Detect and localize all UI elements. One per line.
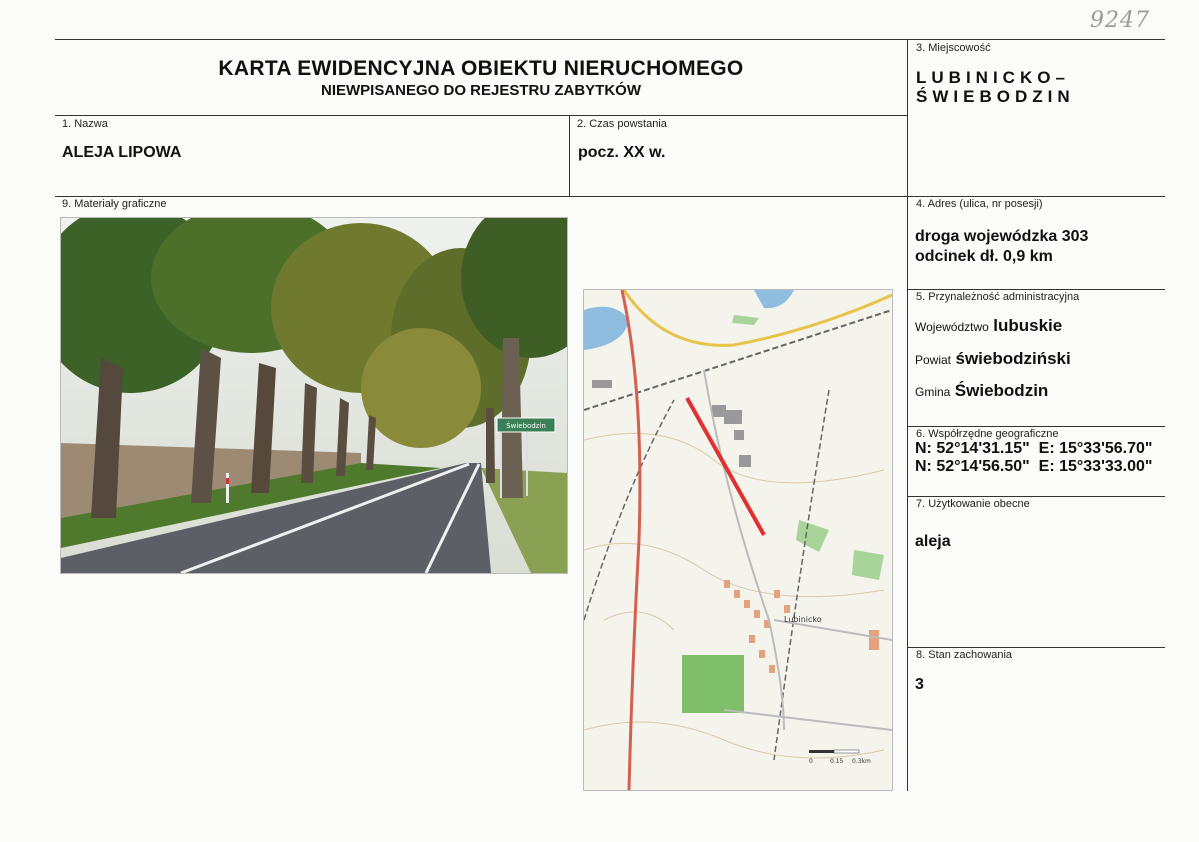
avenue-photo: Świebodzin bbox=[60, 217, 568, 574]
header-divider bbox=[55, 115, 907, 116]
admin-divider bbox=[907, 426, 1165, 427]
voivodeship-label: Województwo bbox=[915, 320, 989, 334]
voivodeship-row: Województwo lubuskie bbox=[915, 316, 1062, 336]
usage-label: 7. Użytkowanie obecne bbox=[916, 498, 1030, 510]
period-label: 2. Czas powstania bbox=[577, 118, 667, 130]
address-divider bbox=[907, 289, 1165, 290]
county-value: świebodziński bbox=[955, 349, 1071, 368]
row-divider bbox=[55, 196, 1165, 197]
handwritten-number: 9247 bbox=[1090, 8, 1150, 33]
voivodeship-value: lubuskie bbox=[993, 316, 1063, 335]
coords-line-2: N: 52°14'56.50" E: 15°33'33.00" bbox=[915, 458, 1153, 475]
usage-divider bbox=[907, 647, 1165, 648]
locality-label: 3. Miejscowość bbox=[916, 42, 991, 54]
road-sign-text: Świebodzin bbox=[506, 421, 546, 430]
graphics-label: 9. Materiały graficzne bbox=[62, 198, 167, 210]
coords-label: 6. Współrzędne geograficzne bbox=[916, 428, 1059, 440]
scale-label-2: 0.3km bbox=[852, 758, 871, 765]
condition-value: 3 bbox=[915, 676, 924, 693]
coords-line-1: N: 52°14'31.15" E: 15°33'56.70" bbox=[915, 440, 1153, 457]
address-line-2: odcinek dł. 0,9 km bbox=[915, 248, 1053, 265]
top-border bbox=[55, 39, 1165, 40]
locality-value: LUBINICKO– ŚWIEBODZIN bbox=[916, 68, 1075, 106]
page-subtitle: NIEWPISANEGO DO REJESTRU ZABYTKÓW bbox=[320, 82, 642, 99]
page-title: KARTA EWIDENCYJNA OBIEKTU NIERUCHOMEGO bbox=[218, 57, 744, 80]
address-label: 4. Adres (ulica, nr posesji) bbox=[916, 198, 1043, 210]
name-value: ALEJA LIPOWA bbox=[62, 144, 182, 161]
name-period-divider bbox=[569, 115, 570, 196]
scale-label-1: 0.15 bbox=[830, 758, 844, 765]
name-label: 1. Nazwa bbox=[62, 118, 108, 130]
scale-label-0: 0 bbox=[809, 758, 813, 765]
county-row: Powiat świebodziński bbox=[915, 349, 1071, 369]
commune-row: Gmina Świebodzin bbox=[915, 381, 1048, 401]
period-value: pocz. XX w. bbox=[578, 144, 666, 161]
right-column-divider bbox=[907, 39, 908, 791]
coords-divider bbox=[907, 496, 1165, 497]
commune-label: Gmina bbox=[915, 385, 951, 399]
admin-label: 5. Przynależność administracyjna bbox=[916, 291, 1080, 303]
county-label: Powiat bbox=[915, 353, 952, 367]
commune-value: Świebodzin bbox=[954, 381, 1049, 400]
map-place-label: Lubinicko bbox=[784, 615, 822, 624]
location-map: Lubinicko 0 0.15 0.3km bbox=[583, 289, 893, 791]
usage-value: aleja bbox=[915, 533, 951, 550]
condition-label: 8. Stan zachowania bbox=[916, 649, 1013, 661]
address-line-1: droga wojewódzka 303 bbox=[915, 228, 1089, 245]
